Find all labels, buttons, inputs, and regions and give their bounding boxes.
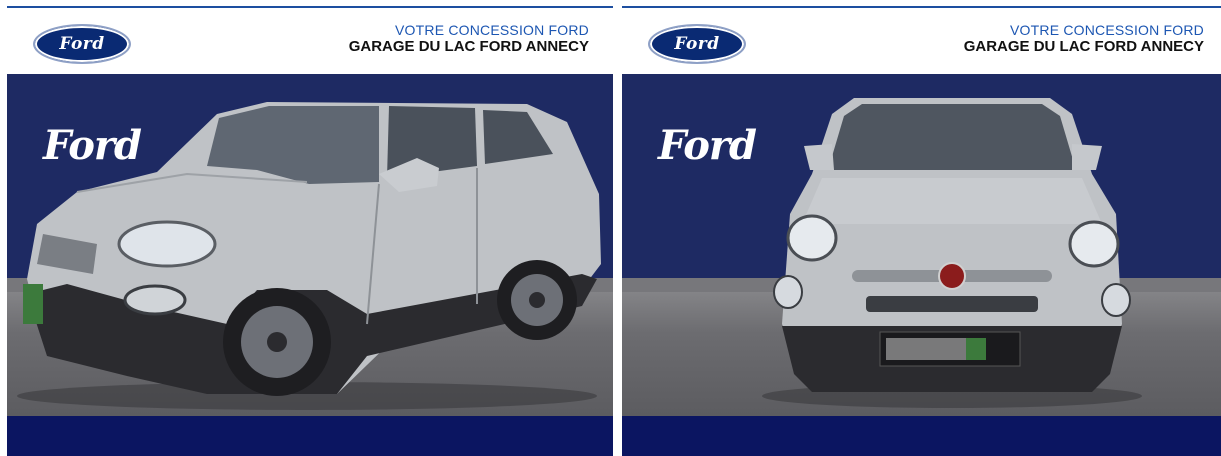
footer-band (622, 416, 1221, 456)
ford-oval-logo: Ford (33, 24, 131, 64)
dealer-tagline: VOTRE CONCESSION FORD (1010, 22, 1204, 38)
ford-oval-text: Ford (674, 34, 720, 54)
dealer-header: Ford VOTRE CONCESSION FORD GARAGE DU LAC… (622, 8, 1221, 74)
dealer-info: VOTRE CONCESSION FORD GARAGE DU LAC FORD… (964, 22, 1204, 56)
dealer-tagline: VOTRE CONCESSION FORD (395, 22, 589, 38)
suv-side-view-image (17, 102, 601, 410)
dealer-name: GARAGE DU LAC FORD ANNECY (963, 38, 1204, 55)
photo-panel-right: Ford VOTRE CONCESSION FORD GARAGE DU LAC… (622, 0, 1221, 456)
dealer-info: VOTRE CONCESSION FORD GARAGE DU LAC FORD… (349, 22, 589, 56)
ford-oval-logo: Ford (648, 24, 746, 64)
footer-band (7, 416, 613, 456)
car-photo-scene: Ford (622, 74, 1221, 416)
dealer-header: Ford VOTRE CONCESSION FORD GARAGE DU LAC… (7, 8, 613, 74)
dealer-name: GARAGE DU LAC FORD ANNECY (348, 38, 589, 55)
suv-front-view-image (762, 98, 1142, 408)
ford-oval-text: Ford (59, 34, 105, 54)
car-photo-scene: Ford (7, 74, 613, 416)
photo-panel-left: Ford VOTRE CONCESSION FORD GARAGE DU LAC… (7, 0, 613, 456)
